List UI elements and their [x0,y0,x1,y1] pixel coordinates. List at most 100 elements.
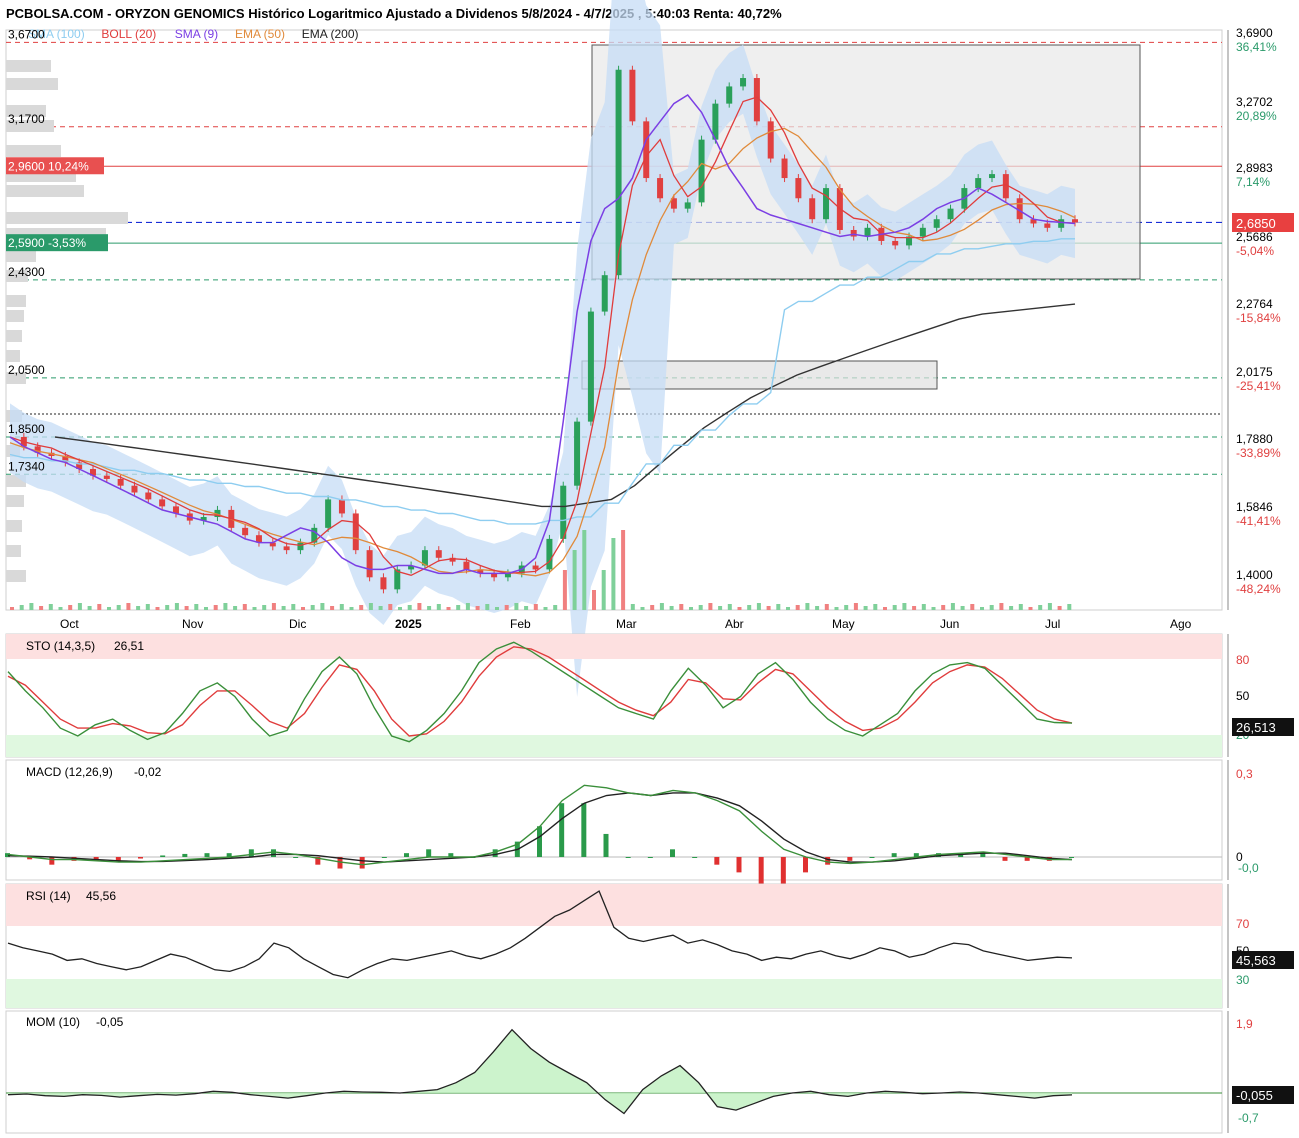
volume-bar [718,606,723,610]
axis-tick-price: 3,2702 [1236,95,1273,109]
volume-bar [262,605,267,610]
mom-badge: -0,055 [1236,1088,1273,1103]
volume-bar [931,607,936,610]
candle-body [145,492,152,500]
mom-value: -0,05 [96,1015,124,1029]
sto-oversold-zone [6,735,1222,757]
volume-bar [223,603,228,610]
volume-bar [398,607,402,610]
axis-tick-pct: -48,24% [1236,582,1281,596]
candle-body [1058,219,1065,228]
candle-body [850,229,857,237]
candle-body [698,139,705,203]
volume-bar [553,605,558,610]
volume-bar [795,605,800,610]
candle-body [684,202,691,209]
volume-bar [737,607,742,610]
volume-bar [766,606,771,610]
volume-bar [136,606,141,610]
axis-tick-pct: 36,41% [1236,40,1277,54]
volume-bar [427,606,432,610]
volume-bar [436,604,441,610]
mom-title: MOM (10) [26,1015,80,1029]
sto-d-line [7,646,1073,737]
volume-bar [640,607,645,610]
candle-body [975,178,982,189]
candle-body [325,499,332,528]
axis-tick-price: 1,5846 [1236,500,1273,514]
axis-tick-price: 3,6900 [1236,26,1273,40]
legend-item: BOLL (20) [101,27,156,41]
candle-body [297,542,304,551]
legend-item: EMA (50) [235,27,285,41]
macd-hist-bar [182,853,188,857]
rsi-overbought-zone [6,884,1222,926]
macd-hist-bar [581,803,587,857]
rsi-badge: 45,563 [1236,953,1276,968]
volume-bar [727,604,732,610]
rsi-value: 45,56 [86,889,116,903]
macd-hist-bar [891,853,897,857]
mom-panel-frame [5,1010,1223,1134]
axis-tick-price: 2,8983 [1236,161,1273,175]
candle-body [629,69,636,122]
volume-bar [970,604,975,610]
candle-body [366,550,373,578]
volume-bar [330,606,335,610]
candle-body [435,550,442,558]
candle-body [338,499,345,514]
rsi-tick: 30 [1236,973,1250,987]
macd-hist-bar [869,857,875,858]
volume-bar [1047,603,1052,610]
candle-body [767,121,774,159]
volume-bar [708,603,713,610]
macd-hist-bar [293,857,299,858]
volume-bar [524,606,529,610]
level-label: 2,4300 [8,265,45,279]
macd-hist-bar [404,853,409,857]
volume-bar [601,570,606,610]
candle-body [601,275,608,312]
level-label: 3,1700 [8,112,45,126]
volume-bar [77,603,82,610]
candle-body [823,188,830,220]
volume-bar [495,607,499,610]
candle-body [781,158,788,179]
volume-bar [456,605,461,610]
volume-profile-bar [6,295,26,307]
volume-bar [630,604,635,610]
volume-profile-bar [6,78,58,90]
volume-bar [747,605,752,610]
candle-body [919,227,926,237]
volume-bar [126,603,131,610]
volume-profile-bar [6,60,51,72]
macd-hist-bar [670,849,675,857]
x-tick-label: 2025 [395,617,422,631]
volume-bar [252,607,257,610]
axis-tick-pct: -41,41% [1236,514,1281,528]
volume-bar [388,604,393,610]
volume-bar [378,606,383,610]
candle-body [380,577,387,590]
volume-bar [659,603,664,610]
volume-bar [310,605,315,610]
candle-body [864,227,871,237]
candle-body [159,499,166,507]
rsi-title: RSI (14) [26,889,71,903]
volume-bar [980,607,984,610]
volume-bar [1009,606,1014,610]
legend-item: EMA (200) [302,27,359,41]
x-tick-label: Jun [940,617,959,631]
candle-body [892,240,899,246]
volume-bar [815,606,820,610]
candle-body [643,121,650,179]
x-tick-label: Dic [289,617,306,631]
macd-tick: -0,0 [1238,861,1259,875]
level-label: 3,6700 [8,27,45,41]
macd-hist-bar [204,853,210,857]
mom-tick: -0,7 [1238,1111,1259,1125]
volume-bar [999,603,1004,610]
volume-bar [68,605,73,610]
volume-bar [233,606,238,610]
rsi-tick: 70 [1236,917,1250,931]
